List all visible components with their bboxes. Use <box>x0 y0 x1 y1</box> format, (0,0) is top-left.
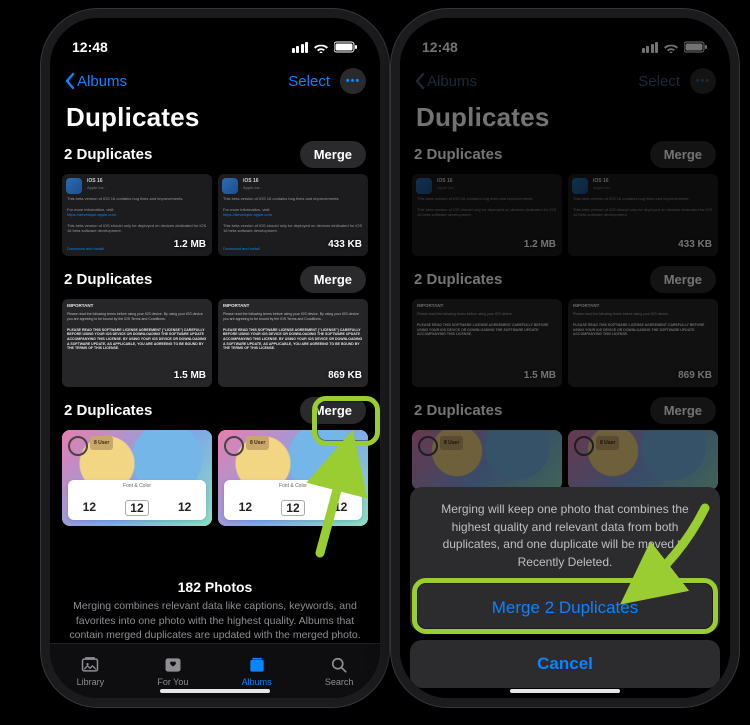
nav-bar: Albums Select ••• <box>50 64 380 100</box>
tab-library[interactable]: Library <box>77 655 105 687</box>
battery-icon <box>334 41 358 53</box>
page-title: Duplicates <box>66 102 364 133</box>
cancel-button[interactable]: Cancel <box>410 640 720 688</box>
duplicate-thumb[interactable]: IMPORTANT Please read the following term… <box>218 299 368 387</box>
duplicate-thumb[interactable]: 8 User Font & Color 121212 <box>218 430 368 526</box>
group-label: 2 Duplicates <box>64 271 152 288</box>
merge-duplicates-button[interactable]: Merge 2 Duplicates <box>426 583 704 632</box>
notch <box>500 18 630 48</box>
albums-icon <box>246 655 268 675</box>
group-label: 2 Duplicates <box>64 146 152 163</box>
phone-right: 12:48 Albums Select ••• Duplicates <box>400 18 730 698</box>
duplicate-thumb[interactable]: iOS 16Apple Inc. This beta version of iO… <box>218 174 368 256</box>
phone-left: 12:48 Albums Select ••• <box>50 18 380 698</box>
sheet-message: Merging will keep one photo that combine… <box>426 501 704 583</box>
merge-button[interactable]: Merge <box>300 141 366 168</box>
library-icon <box>79 655 101 675</box>
size-badge: 1.2 MB <box>174 238 206 252</box>
notch <box>150 18 280 48</box>
home-indicator[interactable] <box>510 689 620 693</box>
more-button[interactable]: ••• <box>340 68 366 94</box>
status-time: 12:48 <box>72 39 108 55</box>
app-icon <box>222 178 238 194</box>
duplicate-thumb[interactable]: iOS 16Apple Inc. This beta version of iO… <box>62 174 212 256</box>
group-label: 2 Duplicates <box>64 402 152 419</box>
size-badge: 869 KB <box>328 369 362 383</box>
wifi-icon <box>313 41 329 53</box>
tab-albums[interactable]: Albums <box>242 655 272 687</box>
footer-description: Merging combines relevant data like capt… <box>68 599 362 642</box>
app-icon <box>66 178 82 194</box>
duplicate-thumb[interactable]: 8 User Font & Color 121212 <box>62 430 212 526</box>
photo-count: 182 Photos <box>68 579 362 595</box>
back-button[interactable]: Albums <box>64 72 127 90</box>
chevron-left-icon <box>64 72 75 90</box>
footer: 182 Photos Merging combines relevant dat… <box>50 579 380 642</box>
search-icon <box>328 655 350 675</box>
duplicate-thumb[interactable]: IMPORTANT Please read the following term… <box>62 299 212 387</box>
foryou-icon <box>162 655 184 675</box>
size-badge: 433 KB <box>328 238 362 252</box>
duplicates-list: 2 Duplicates Merge iOS 16Apple Inc. This… <box>50 141 380 526</box>
merge-button[interactable]: Merge <box>300 266 366 293</box>
size-badge: 1.5 MB <box>174 369 206 383</box>
merge-button[interactable]: Merge <box>300 397 366 424</box>
action-sheet: Merging will keep one photo that combine… <box>410 487 720 688</box>
home-indicator[interactable] <box>160 689 270 693</box>
tab-search[interactable]: Search <box>325 655 354 687</box>
cellular-icon <box>292 42 309 53</box>
tab-foryou[interactable]: For You <box>157 655 188 687</box>
select-button[interactable]: Select <box>288 73 330 90</box>
back-label: Albums <box>77 73 127 90</box>
ellipsis-icon: ••• <box>346 75 361 87</box>
